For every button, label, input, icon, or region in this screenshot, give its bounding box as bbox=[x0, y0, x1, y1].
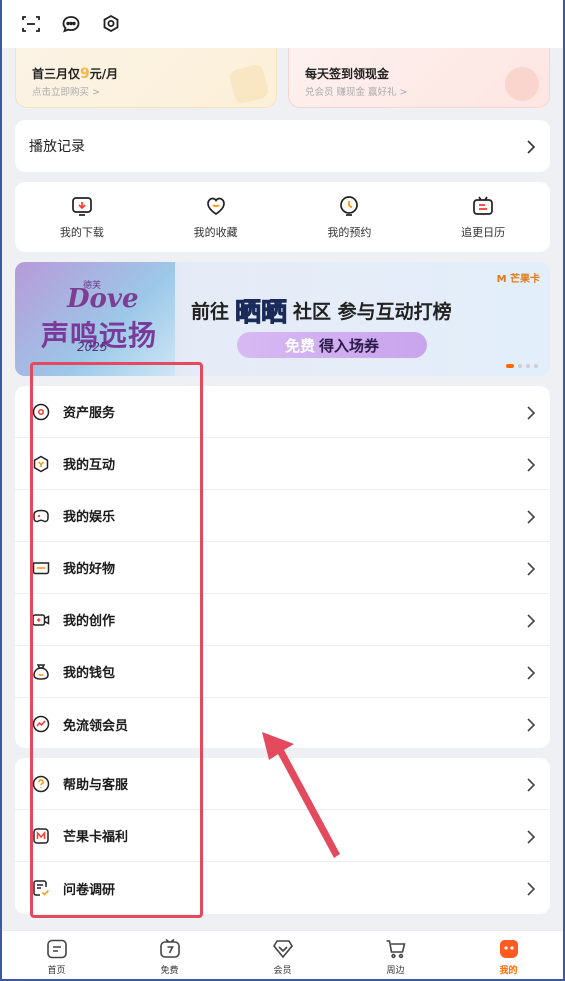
checkin-promo-subtitle: 兑会员 赚现金 赢好礼 > bbox=[305, 87, 408, 98]
chevron-right-icon bbox=[526, 665, 536, 680]
quick-actions: 我的下载 我的收藏 我的预约 追更日历 bbox=[15, 182, 550, 252]
checkin-promo-title: 每天签到领现金 bbox=[305, 67, 390, 81]
calendar-icon bbox=[473, 196, 493, 215]
quick-calendar[interactable]: 追更日历 bbox=[416, 182, 550, 252]
favorite-icon bbox=[206, 197, 225, 215]
chevron-right-icon bbox=[526, 139, 536, 154]
bottom-nav: 首页 免费 会员 周边 我的 bbox=[0, 930, 565, 981]
banner-cta-button[interactable]: 免费 得入场券 bbox=[237, 332, 427, 358]
message-icon[interactable] bbox=[60, 13, 82, 35]
chevron-right-icon bbox=[526, 829, 536, 844]
chevron-right-icon bbox=[526, 457, 536, 472]
banner-brand: Dove bbox=[67, 284, 139, 314]
chevron-right-icon bbox=[526, 405, 536, 420]
cart-icon bbox=[386, 939, 406, 958]
quick-reservation[interactable]: 我的预约 bbox=[283, 182, 417, 252]
nav-shop[interactable]: 周边 bbox=[339, 931, 452, 981]
banner-page-indicator bbox=[502, 364, 538, 368]
profile-icon bbox=[499, 939, 518, 958]
vip-promo-title: 首三月仅9元/月 bbox=[32, 66, 119, 82]
nav-home[interactable]: 首页 bbox=[0, 931, 113, 981]
vip-icon bbox=[272, 939, 293, 958]
chevron-right-icon bbox=[526, 509, 536, 524]
banner-logos: M 芒果卡 bbox=[496, 274, 540, 285]
chevron-right-icon bbox=[526, 717, 536, 732]
nav-profile[interactable]: 我的 bbox=[452, 931, 565, 981]
banner-year: 2025 bbox=[77, 340, 108, 354]
annotation-highlight-box bbox=[30, 362, 203, 918]
chevron-right-icon bbox=[526, 613, 536, 628]
download-icon bbox=[72, 197, 92, 216]
free-tv-icon bbox=[159, 938, 180, 958]
banner-headline: 前往 晒晒 社区 参与互动打榜 bbox=[191, 298, 452, 329]
home-icon bbox=[46, 939, 67, 958]
nav-free[interactable]: 免费 bbox=[113, 931, 226, 981]
quick-favorite[interactable]: 我的收藏 bbox=[149, 182, 283, 252]
chevron-right-icon bbox=[526, 881, 536, 896]
promo-banner[interactable]: 德芙 Dove 声鸣远扬 2025 前往 晒晒 社区 参与互动打榜 免费 得入场券… bbox=[15, 262, 550, 376]
play-history-label: 播放记录 bbox=[29, 139, 85, 155]
chevron-right-icon bbox=[526, 777, 536, 792]
top-bar bbox=[0, 0, 565, 48]
annotation-arrow bbox=[262, 732, 340, 858]
settings-icon[interactable] bbox=[100, 13, 122, 35]
chevron-right-icon bbox=[526, 561, 536, 576]
play-history-row[interactable]: 播放记录 bbox=[15, 120, 550, 172]
star-badge-icon bbox=[505, 67, 539, 101]
vip-badge-icon bbox=[228, 63, 270, 105]
quick-download[interactable]: 我的下载 bbox=[15, 182, 149, 252]
scan-icon[interactable] bbox=[20, 13, 42, 35]
vip-promo-subtitle: 点击立即购买 > bbox=[32, 87, 100, 98]
nav-vip[interactable]: 会员 bbox=[226, 931, 339, 981]
clock-icon bbox=[340, 196, 359, 216]
